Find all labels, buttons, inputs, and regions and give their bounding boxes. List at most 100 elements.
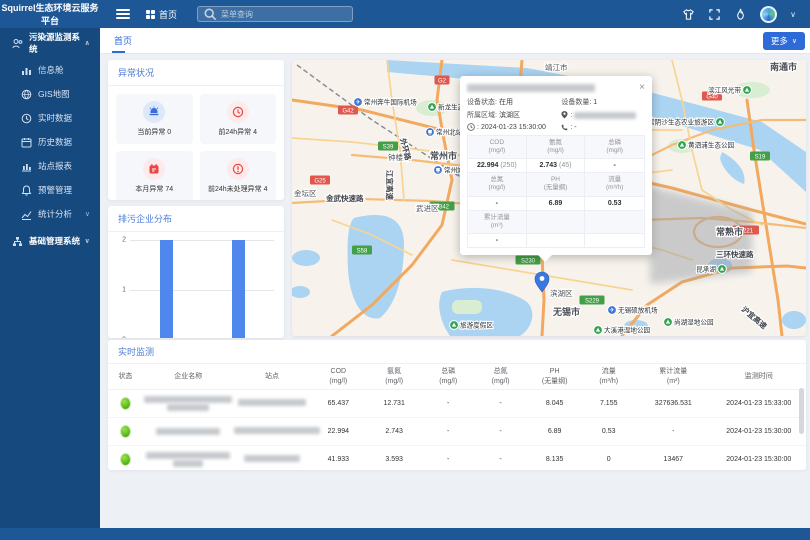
poi-station[interactable]: 常州北站 [426,128,463,137]
abnormal-card-label: 本月异常 74 [135,184,173,194]
user-avatar[interactable] [760,6,777,23]
enterprise-name-redacted [143,451,234,468]
sidebar-item-gis-map[interactable]: GIS地图 [0,82,100,106]
gis-map[interactable]: G42S39G2S48G40S19S38G4221S58S342S230S229… [292,60,806,336]
popup-table-cell: 氨氮(mg/l) [527,136,586,159]
more-button[interactable]: 更多∨ [763,32,805,50]
poi-park[interactable]: 昆承湖 [696,265,726,274]
svg-text:G40: G40 [706,94,718,100]
city-label: 无锡市 [552,306,580,317]
abnormal-card[interactable]: 当前异常 0 [116,94,193,144]
monitor-col-header: 监测时间 [712,372,806,381]
monitor-cell: 8.045 [527,400,583,407]
site-report-icon [21,161,32,172]
sidebar-item-label: GIS地图 [38,88,70,100]
monitor-cell: 2024-01-23 15:33:00 [712,400,806,407]
fullscreen-icon[interactable] [708,8,721,21]
chart-bar-滨湖区[interactable] [232,240,245,338]
popup-table-cell [585,211,644,234]
theme-skin-icon[interactable] [682,8,695,21]
monitor-table-row[interactable]: 65.43712.731--8.0457.155327636.5312024-0… [108,390,806,418]
statistics-icon [21,209,32,220]
sidebar-item-monitor-system[interactable]: 污染源监测系统∧ [0,28,100,58]
sidebar-item-info-cabin[interactable]: 信息舱 [0,58,100,82]
enterprise-distribution-panel: 排污企业分布 012无锡市滨湖区 [108,206,284,338]
region-value: 滨湖区 [499,110,520,120]
road-badge-S58: S58 [352,246,372,255]
svg-text:✈: ✈ [609,307,614,314]
popup-table-cell: 总氮(mg/l) [468,173,527,196]
monitor-col-header: PH(无量纲) [527,367,583,385]
enterprise-name-redacted [143,395,234,412]
device-count-value: 1 [593,99,597,106]
monitor-col-header: 氨氮(mg/l) [366,367,422,385]
home-grid-icon [146,10,155,19]
sidebar-item-label: 统计分析 [38,208,72,220]
monitor-panel-title: 实时监测 [108,340,806,364]
monitor-table-row[interactable]: 22.9942.743--6.890.53-2024-01-23 15:30:0… [108,418,806,446]
monitor-cell: 0 [583,456,635,463]
poi-airport[interactable]: ✈常州奔牛国际机场 [354,98,418,107]
svg-text:G2: G2 [438,78,447,84]
popup-table-row: 22.994 (250)2.743 (45)- [468,159,644,173]
chevron-icon: ∨ [85,210,90,218]
monitor-cell: 327636.531 [635,400,712,407]
status-ok-dot [121,426,130,437]
popup-close-icon[interactable]: × [639,83,645,93]
sidebar-item-warning-manage[interactable]: 预警管理 [0,178,100,202]
popup-phone-value: - [574,124,576,131]
svg-text:S229: S229 [585,298,600,304]
tab-home[interactable]: 首页 [114,28,132,53]
hamburger-menu-icon[interactable] [116,9,130,19]
sidebar-item-label: 污染源监测系统 [29,31,84,55]
abnormal-card-label: 前24h异常 4 [218,127,257,137]
poi-park[interactable]: 常阴沙生态农业旅游区 [648,118,724,127]
poi-park[interactable]: 大溪港湿地公园 [594,326,651,335]
chart-gridline [130,290,274,291]
breadcrumb[interactable]: 首页 [146,8,177,21]
road-label: 金武快速路 [325,193,364,203]
svg-text:常州北站: 常州北站 [436,128,463,137]
sidebar-item-realtime-data[interactable]: 实时数据 [0,106,100,130]
sidebar-item-site-report[interactable]: 站点报表 [0,154,100,178]
poi-park[interactable]: 滨江风光带 [708,86,751,95]
monitor-table-row[interactable]: 41.9333.593--8.1350134672024-01-23 15:30… [108,446,806,470]
user-menu-caret-icon[interactable]: ∨ [790,10,796,19]
svg-text:大溪港湿地公园: 大溪港湿地公园 [604,326,651,335]
abnormal-card[interactable]: 前24h异常 4 [200,94,277,144]
sidebar-menu: 污染源监测系统∧信息舱 GIS地图实时数据历史数据站点报表预警管理统计分析 ∨ 基础管… [0,28,100,540]
main-content: 异常状况 当前异常 0前24h异常 4本月异常 74前24h未处理异常 4 排污… [100,54,810,528]
sidebar-item-statistics[interactable]: 统计分析 ∨ [0,202,100,226]
station-marker-pin[interactable] [535,272,549,292]
tab-bar: 首页 更多∨ [100,28,810,54]
poi-airport[interactable]: ✈ 无锡硕放机场 [608,306,658,315]
chart-bar-无锡市[interactable] [160,240,173,338]
city-label: 常州市 [430,150,457,161]
table-scrollbar[interactable] [799,388,804,434]
monitor-cell: 13467 [635,456,712,463]
sidebar-item-history-data[interactable]: 历史数据 [0,130,100,154]
poi-park[interactable]: 尚湖湿地公园 [664,318,714,327]
sidebar-item-base-system[interactable]: 基础管理系统∨ [0,226,100,256]
abnormal-card[interactable]: 前24h未处理异常 4 [200,151,277,200]
popup-table-cell: 22.994 (250) [468,159,527,173]
monitor-col-header: 总氮(mg/l) [474,367,526,385]
svg-text:无锡硕放机场: 无锡硕放机场 [618,306,658,315]
popup-table-cell [527,234,586,248]
monitor-cell: 8.135 [527,456,583,463]
sidebar-item-label: 实时数据 [38,112,72,124]
chart-ytick: 1 [116,287,126,294]
poi-park[interactable]: 旅游度假区 [450,321,494,330]
menu-search[interactable] [197,6,353,22]
abnormal-panel-title: 异常状况 [108,60,284,86]
chart-ytick: 2 [116,237,126,244]
abnormal-card[interactable]: 本月异常 74 [116,151,193,200]
search-input[interactable] [221,10,346,19]
header-actions: ∨ [682,6,810,23]
popup-table-cell: PH(无量纲) [527,173,586,196]
monitor-col-header: 总磷(mg/l) [422,367,474,385]
road-badge-G25: G25 [310,176,330,185]
monitor-cell: 2024-01-23 15:30:00 [712,456,806,463]
popup-table-row: - [468,234,644,248]
flame-icon[interactable] [734,8,747,21]
